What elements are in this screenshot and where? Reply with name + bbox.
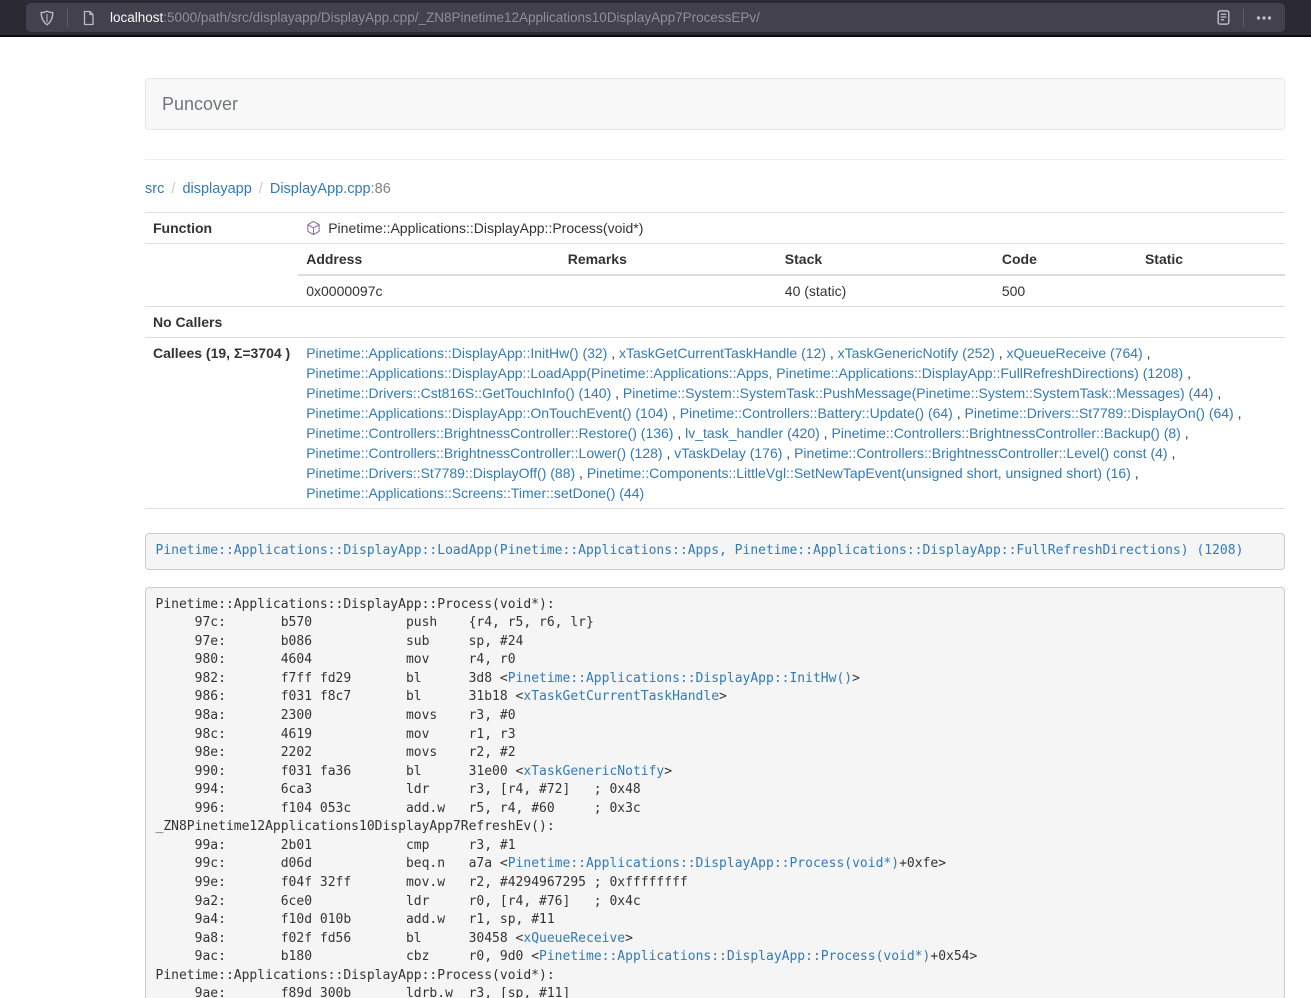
callee-link[interactable]: Pinetime::Applications::DisplayApp::Init…	[306, 345, 607, 361]
col-code: Code	[994, 244, 1137, 275]
callee-link[interactable]: Pinetime::Drivers::St7789::DisplayOn() (…	[965, 405, 1234, 421]
callee-link[interactable]: vTaskDelay (176)	[674, 445, 782, 461]
shield-icon[interactable]	[34, 6, 60, 30]
callers-row: No Callers	[145, 307, 1285, 338]
url-text: localhost:5000/path/src/displayapp/Displ…	[110, 10, 1210, 25]
callee-link[interactable]: xTaskGetCurrentTaskHandle (12)	[619, 345, 826, 361]
callee-link[interactable]: Pinetime::Controllers::Battery::Update()…	[680, 405, 953, 421]
callee-separator: ,	[1234, 405, 1242, 421]
callee-separator: ,	[820, 425, 832, 441]
urlbar-divider-right	[1243, 9, 1244, 27]
code-value: 500	[994, 275, 1137, 306]
symbol-cube-icon	[306, 220, 321, 236]
breadcrumb: src / displayapp / DisplayApp.cpp:86	[145, 181, 1285, 197]
callee-link[interactable]: Pinetime::Controllers::BrightnessControl…	[831, 425, 1180, 441]
col-address: Address	[298, 244, 559, 275]
callees-label: Callees (19, Σ=3704 )	[145, 338, 298, 509]
remarks-value	[560, 275, 777, 306]
callee-separator: ,	[1143, 345, 1151, 361]
callee-separator: ,	[1183, 365, 1191, 381]
assembly-symbol-link[interactable]: Pinetime::Applications::DisplayApp::Proc…	[539, 949, 930, 964]
divider-rule	[145, 159, 1285, 160]
callee-link[interactable]: Pinetime::Applications::DisplayApp::OnTo…	[306, 405, 668, 421]
assembly-symbol-link[interactable]: Pinetime::Applications::DisplayApp::Proc…	[508, 856, 899, 871]
callee-link[interactable]: lv_task_handler (420)	[685, 425, 820, 441]
address-value: 0x0000097c	[298, 275, 559, 306]
assembly-symbol-link[interactable]: xQueueReceive	[523, 931, 625, 946]
callee-link[interactable]: Pinetime::Controllers::BrightnessControl…	[794, 445, 1167, 461]
breadcrumb-line-number: :86	[371, 181, 391, 197]
url-host: localhost	[110, 10, 163, 25]
callee-separator: ,	[663, 445, 675, 461]
url-bar[interactable]: localhost:5000/path/src/displayapp/Displ…	[26, 3, 1285, 32]
callee-link[interactable]: Pinetime::Controllers::BrightnessControl…	[306, 445, 662, 461]
callees-list: Pinetime::Applications::DisplayApp::Init…	[298, 338, 1285, 509]
callee-separator: ,	[826, 345, 838, 361]
callee-link[interactable]: Pinetime::Controllers::BrightnessControl…	[306, 425, 673, 441]
breadcrumb-link[interactable]: src	[145, 181, 164, 197]
stack-value: 40 (static)	[777, 275, 994, 306]
callee-link[interactable]: Pinetime::Applications::DisplayApp::Load…	[306, 365, 1183, 381]
callee-separator: ,	[611, 385, 623, 401]
stats-values-row: 0x0000097c 40 (static) 500	[298, 275, 1285, 306]
col-stack: Stack	[777, 244, 994, 275]
page-icon[interactable]	[75, 6, 101, 30]
assembly-code: Pinetime::Applications::DisplayApp::Proc…	[145, 587, 1285, 998]
assembly-symbol-link[interactable]: Pinetime::Applications::DisplayApp::Init…	[508, 671, 852, 686]
urlbar-divider	[67, 9, 68, 27]
function-name: Pinetime::Applications::DisplayApp::Proc…	[328, 218, 643, 238]
function-detail-table: Function Pinetime::Applications::Display…	[145, 212, 1285, 509]
callee-separator: ,	[995, 345, 1007, 361]
col-remarks: Remarks	[560, 244, 777, 275]
page-content: Puncover src / displayapp / DisplayApp.c…	[145, 78, 1285, 998]
assembly-symbol-link[interactable]: xTaskGenericNotify	[523, 764, 664, 779]
url-path: :5000/path/src/displayapp/DisplayApp.cpp…	[163, 10, 760, 25]
assembly-symbol-link[interactable]: xTaskGetCurrentTaskHandle	[523, 689, 719, 704]
callee-separator: ,	[668, 405, 680, 421]
function-row: Function Pinetime::Applications::Display…	[145, 213, 1285, 244]
col-static: Static	[1137, 244, 1285, 275]
callee-separator: ,	[1181, 425, 1189, 441]
brand-link[interactable]: Puncover	[146, 94, 238, 115]
callee-separator: ,	[673, 425, 685, 441]
callee-link[interactable]: Pinetime::System::SystemTask::PushMessag…	[623, 385, 1214, 401]
highlighted-call-site: Pinetime::Applications::DisplayApp::Load…	[145, 533, 1285, 570]
callee-link[interactable]: Pinetime::Applications::Screens::Timer::…	[306, 485, 644, 501]
reader-mode-icon[interactable]	[1210, 6, 1236, 30]
callee-link[interactable]: Pinetime::Drivers::Cst816S::GetTouchInfo…	[306, 385, 611, 401]
callee-separator: ,	[782, 445, 794, 461]
navbar: Puncover	[145, 78, 1285, 130]
callee-link[interactable]: xQueueReceive (764)	[1007, 345, 1143, 361]
static-value	[1137, 275, 1285, 306]
loadapp-link[interactable]: Pinetime::Applications::DisplayApp::Load…	[156, 543, 1244, 558]
page-actions-menu-icon[interactable]	[1251, 6, 1277, 30]
stats-row: Address Remarks Stack Code Static 0x0000…	[145, 244, 1285, 307]
browser-toolbar: localhost:5000/path/src/displayapp/Displ…	[0, 0, 1311, 37]
breadcrumb-separator: /	[164, 181, 182, 197]
callees-row: Callees (19, Σ=3704 ) Pinetime::Applicat…	[145, 338, 1285, 509]
breadcrumb-link[interactable]: displayapp	[182, 181, 251, 197]
callee-separator: ,	[607, 345, 619, 361]
callee-separator: ,	[575, 465, 587, 481]
stats-table: Address Remarks Stack Code Static 0x0000…	[298, 244, 1285, 306]
breadcrumb-separator: /	[252, 181, 270, 197]
callee-link[interactable]: Pinetime::Drivers::St7789::DisplayOff() …	[306, 465, 575, 481]
no-callers-label: No Callers	[145, 307, 298, 338]
callee-separator: ,	[1168, 445, 1176, 461]
callee-separator: ,	[1213, 385, 1221, 401]
callee-separator: ,	[1131, 465, 1139, 481]
breadcrumb-link[interactable]: DisplayApp.cpp	[270, 181, 371, 197]
callee-link[interactable]: xTaskGenericNotify (252)	[838, 345, 995, 361]
callee-link[interactable]: Pinetime::Components::LittleVgl::SetNewT…	[587, 465, 1131, 481]
function-label: Function	[145, 213, 298, 244]
callee-separator: ,	[953, 405, 965, 421]
